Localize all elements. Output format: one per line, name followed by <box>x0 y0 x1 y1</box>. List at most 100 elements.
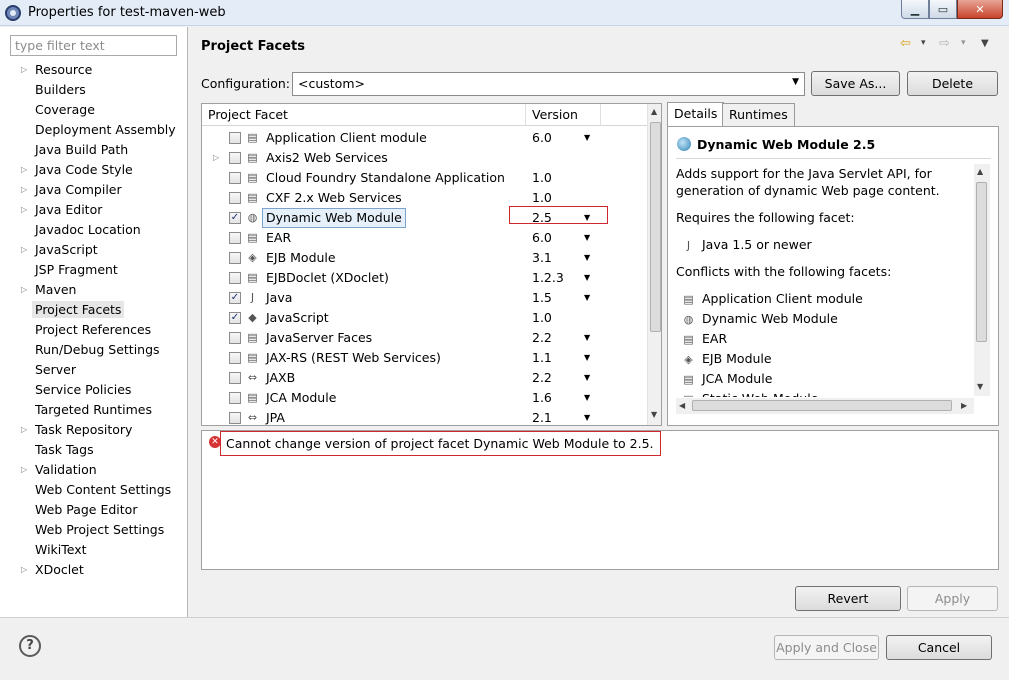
nav-item[interactable]: Run/Debug Settings <box>0 340 188 360</box>
apply-button[interactable]: Apply <box>907 586 998 611</box>
facet-checkbox[interactable] <box>229 392 241 404</box>
tab-details[interactable]: Details <box>667 102 725 127</box>
version-dropdown-icon[interactable]: ▼ <box>584 408 590 425</box>
facet-checkbox[interactable] <box>229 232 241 244</box>
apply-and-close-button[interactable]: Apply and Close <box>774 635 879 660</box>
facet-row[interactable]: ▤ Cloud Foundry Standalone Application 1.0 <box>202 168 647 188</box>
back-arrow-icon[interactable]: ⇦ <box>900 36 911 51</box>
nav-item[interactable]: Web Content Settings <box>0 480 188 500</box>
facet-checkbox[interactable]: ✓ <box>229 312 241 324</box>
nav-item[interactable]: Coverage <box>0 100 188 120</box>
nav-item[interactable]: Web Page Editor <box>0 500 188 520</box>
expand-arrow-icon[interactable]: ▷ <box>21 180 27 200</box>
facet-row[interactable]: ✓ ◆ JavaScript 1.0 <box>202 308 647 328</box>
version-dropdown-icon[interactable]: ▼ <box>584 248 590 268</box>
expand-arrow-icon[interactable]: ▷ <box>213 148 219 168</box>
nav-item[interactable]: Web Project Settings <box>0 520 188 540</box>
scroll-right-icon[interactable]: ▶ <box>961 401 967 410</box>
scroll-down-icon[interactable]: ▼ <box>651 410 657 419</box>
nav-item[interactable]: Service Policies <box>0 380 188 400</box>
nav-item[interactable]: Java Build Path <box>0 140 188 160</box>
facet-checkbox[interactable] <box>229 332 241 344</box>
expand-arrow-icon[interactable]: ▷ <box>21 160 27 180</box>
facet-checkbox[interactable] <box>229 252 241 264</box>
nav-item[interactable]: ▷ Java Editor <box>0 200 188 220</box>
facet-row[interactable]: ▤ EJBDoclet (XDoclet) 1.2.3 ▼ <box>202 268 647 288</box>
facet-row[interactable]: ▤ EAR 6.0 ▼ <box>202 228 647 248</box>
expand-arrow-icon[interactable]: ▷ <box>21 460 27 480</box>
facet-checkbox[interactable]: ✓ <box>229 212 241 224</box>
facet-table-scrollbar[interactable]: ▲ ▼ <box>647 104 661 425</box>
facet-checkbox[interactable] <box>229 412 241 424</box>
scroll-left-icon[interactable]: ◀ <box>679 401 685 410</box>
facet-row[interactable]: ▤ Application Client module 6.0 ▼ <box>202 128 647 148</box>
scroll-up-icon[interactable]: ▲ <box>977 167 983 176</box>
scrollbar-thumb[interactable] <box>976 182 987 342</box>
facet-version[interactable]: 1.0 <box>532 188 552 208</box>
facet-row[interactable]: ▷ ▤ Axis2 Web Services <box>202 148 647 168</box>
scrollbar-thumb[interactable] <box>692 400 952 411</box>
facet-checkbox[interactable] <box>229 132 241 144</box>
close-button[interactable]: ✕ <box>957 0 1003 19</box>
nav-item[interactable]: ▷ Java Code Style <box>0 160 188 180</box>
version-dropdown-icon[interactable]: ▼ <box>584 328 590 348</box>
nav-item[interactable]: ▷ JavaScript <box>0 240 188 260</box>
facet-checkbox[interactable] <box>229 352 241 364</box>
facet-version[interactable]: 2.1 <box>532 408 552 425</box>
nav-item[interactable]: ▷ XDoclet <box>0 560 188 580</box>
facet-row[interactable]: ✓ J Java 1.5 ▼ <box>202 288 647 308</box>
forward-arrow-icon[interactable]: ⇨ <box>939 36 950 51</box>
nav-item[interactable]: Server <box>0 360 188 380</box>
facet-row[interactable]: ◈ EJB Module 3.1 ▼ <box>202 248 647 268</box>
version-dropdown-icon[interactable]: ▼ <box>584 368 590 388</box>
scroll-down-icon[interactable]: ▼ <box>977 382 983 391</box>
version-dropdown-icon[interactable]: ▼ <box>584 128 590 148</box>
nav-item[interactable]: Project References <box>0 320 188 340</box>
facet-version[interactable]: 2.2 <box>532 368 552 388</box>
facet-row[interactable]: ▤ JAX-RS (REST Web Services) 1.1 ▼ <box>202 348 647 368</box>
facet-version[interactable]: 1.5 <box>532 288 552 308</box>
scroll-up-icon[interactable]: ▲ <box>651 107 657 116</box>
nav-item[interactable]: JSP Fragment <box>0 260 188 280</box>
nav-item[interactable]: Targeted Runtimes <box>0 400 188 420</box>
facet-row[interactable]: ▤ JavaServer Faces 2.2 ▼ <box>202 328 647 348</box>
facet-version[interactable]: 1.1 <box>532 348 552 368</box>
scrollbar-thumb[interactable] <box>650 122 661 332</box>
configuration-select[interactable]: <custom> ▼ <box>292 72 805 96</box>
nav-item[interactable]: WikiText <box>0 540 188 560</box>
nav-item[interactable]: ▷ Java Compiler <box>0 180 188 200</box>
facet-checkbox[interactable]: ✓ <box>229 292 241 304</box>
cancel-button[interactable]: Cancel <box>886 635 992 660</box>
nav-item[interactable]: ▷ Resource <box>0 60 188 80</box>
version-dropdown-icon[interactable]: ▼ <box>584 228 590 248</box>
nav-item[interactable]: Task Tags <box>0 440 188 460</box>
facet-row[interactable]: ⇔ JAXB 2.2 ▼ <box>202 368 647 388</box>
facet-version[interactable]: 1.6 <box>532 388 552 408</box>
save-as-button[interactable]: Save As... <box>811 71 900 96</box>
nav-item[interactable]: Project Facets <box>0 300 188 320</box>
nav-item[interactable]: ▷ Validation <box>0 460 188 480</box>
version-dropdown-icon[interactable]: ▼ <box>584 388 590 408</box>
facet-version[interactable]: 1.0 <box>532 308 552 328</box>
version-dropdown-icon[interactable]: ▼ <box>584 268 590 288</box>
column-header-facet[interactable]: Project Facet <box>202 104 526 126</box>
facet-version[interactable]: 3.1 <box>532 248 552 268</box>
nav-item[interactable]: Builders <box>0 80 188 100</box>
expand-arrow-icon[interactable]: ▷ <box>21 240 27 260</box>
facet-version[interactable]: 6.0 <box>532 228 552 248</box>
forward-dropdown-icon[interactable]: ▾ <box>961 38 966 48</box>
expand-arrow-icon[interactable]: ▷ <box>21 200 27 220</box>
facet-row[interactable]: ▤ JCA Module 1.6 ▼ <box>202 388 647 408</box>
help-icon[interactable]: ? <box>19 635 41 657</box>
version-dropdown-icon[interactable]: ▼ <box>584 348 590 368</box>
maximize-button[interactable]: ▭ <box>929 0 957 19</box>
facet-row[interactable]: ▤ CXF 2.x Web Services 1.0 <box>202 188 647 208</box>
expand-arrow-icon[interactable]: ▷ <box>21 60 27 80</box>
facet-version[interactable]: 1.2.3 <box>532 268 564 288</box>
tab-runtimes[interactable]: Runtimes <box>722 103 795 127</box>
expand-arrow-icon[interactable]: ▷ <box>21 560 27 580</box>
details-vertical-scrollbar[interactable]: ▲ ▼ <box>974 164 990 396</box>
nav-item[interactable]: ▷ Maven <box>0 280 188 300</box>
view-menu-icon[interactable]: ▼ <box>981 38 989 49</box>
minimize-button[interactable]: ▁ <box>901 0 929 19</box>
